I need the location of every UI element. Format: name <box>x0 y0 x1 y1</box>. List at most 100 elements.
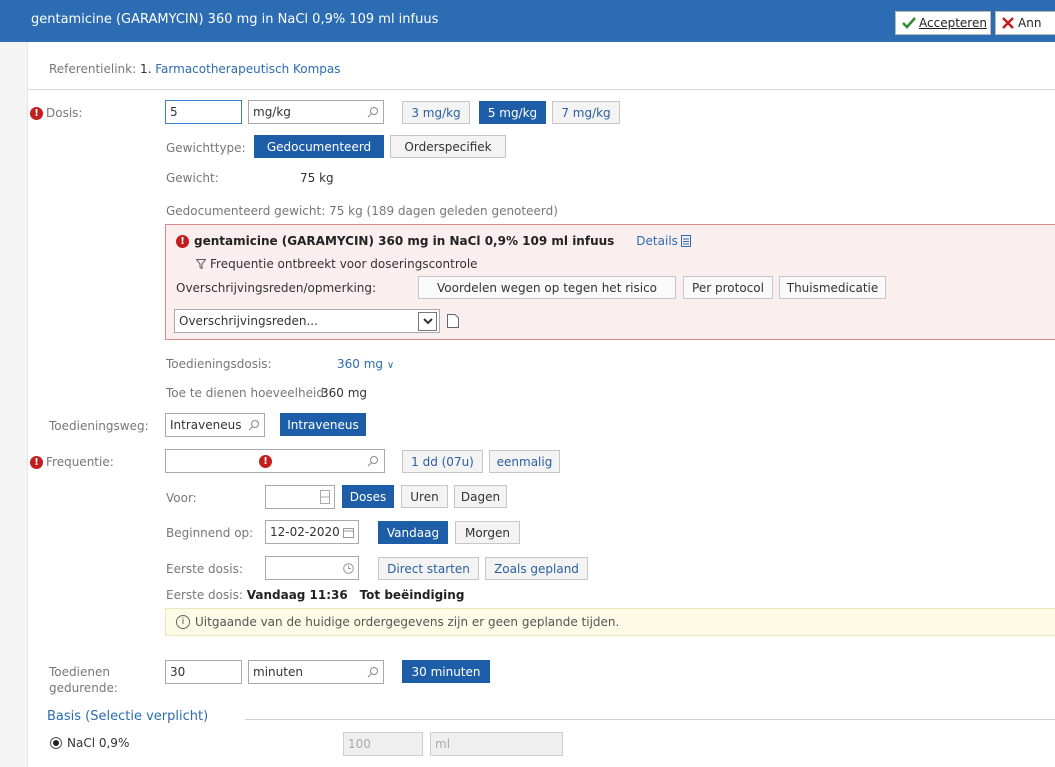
administer-over-option-30[interactable]: 30 minuten <box>402 660 490 683</box>
route-input[interactable]: Intraveneus <box>165 413 265 437</box>
duration-input[interactable] <box>265 485 335 509</box>
left-gutter <box>0 42 28 767</box>
first-dose-option-direct[interactable]: Direct starten <box>378 557 479 580</box>
dose-option-5[interactable]: 5 mg/kg <box>479 101 546 124</box>
admin-dose-value-row[interactable]: 360 mg ∨ <box>337 357 394 371</box>
warning-title: gentamicine (GARAMYCIN) 360 mg in NaCl 0… <box>194 234 615 248</box>
administer-over-label-line2: gedurende: <box>49 681 118 695</box>
start-option-today[interactable]: Vandaag <box>378 521 448 544</box>
first-dose-label: Eerste dosis: <box>166 562 243 576</box>
title-bar: gentamicine (GARAMYCIN) 360 mg in NaCl 0… <box>0 0 1055 42</box>
weight-value: 75 kg <box>300 171 334 185</box>
basis-volume-unit[interactable]: ml <box>430 732 563 756</box>
end-text: Tot beëindiging <box>359 588 465 602</box>
first-dose-time-input[interactable] <box>265 556 359 580</box>
required-icon: ! <box>30 106 43 120</box>
start-label: Beginnend op: <box>166 526 254 540</box>
stepper-icon <box>320 490 330 504</box>
duration-unit-doses[interactable]: Doses <box>342 485 394 508</box>
start-option-tomorrow[interactable]: Morgen <box>455 521 520 544</box>
duration-label: Voor: <box>166 491 197 505</box>
first-dose-summary-value: Vandaag 11:36 <box>246 588 348 602</box>
info-row: i Uitgaande van de huidige ordergegevens… <box>176 615 619 629</box>
admin-amount-label: Toe te dienen hoeveelheid: <box>166 386 328 400</box>
basis-radio-label: NaCl 0,9% <box>67 736 130 750</box>
start-date-value: 12-02-2020 <box>270 525 340 539</box>
reference-link[interactable]: Farmacotherapeutisch Kompas <box>155 62 340 76</box>
weight-label: Gewicht: <box>166 171 219 185</box>
accept-label: Accepteren <box>919 16 987 30</box>
dose-label: Dosis: <box>46 106 83 120</box>
error-icon: ! <box>176 234 189 248</box>
document-icon <box>680 235 691 247</box>
basis-section-divider <box>245 719 1055 720</box>
frequency-input[interactable]: ! <box>165 449 385 473</box>
dose-input[interactable]: 5 <box>165 100 242 124</box>
administer-over-label-line1: Toedienen <box>49 665 110 679</box>
warning-header: ! gentamicine (GARAMYCIN) 360 mg in NaCl… <box>176 234 691 248</box>
cancel-label: Ann <box>1018 16 1042 30</box>
weight-type-documented[interactable]: Gedocumenteerd <box>254 135 384 158</box>
first-dose-summary-label: Eerste dosis: <box>166 588 243 602</box>
warning-message: Frequentie ontbreekt voor doseringscontr… <box>210 257 478 271</box>
administer-over-input[interactable]: 30 <box>165 660 242 684</box>
admin-dose-value: 360 mg <box>337 357 384 371</box>
basis-volume-input[interactable]: 100 <box>343 732 423 756</box>
frequency-option-daily[interactable]: 1 dd (07u) <box>402 450 483 473</box>
dose-unit-field[interactable]: mg/kg <box>248 100 384 124</box>
dose-option-3[interactable]: 3 mg/kg <box>402 101 470 124</box>
override-option-home-medication[interactable]: Thuismedicatie <box>779 276 886 299</box>
search-icon <box>367 456 378 467</box>
dose-label-row: ! Dosis: <box>30 106 82 120</box>
required-icon: ! <box>30 455 43 469</box>
search-icon <box>367 107 378 118</box>
route-label: Toedieningsweg: <box>49 419 149 433</box>
details-link[interactable]: Details <box>636 234 678 248</box>
chevron-down-icon <box>418 311 437 331</box>
close-icon <box>1002 17 1014 29</box>
frequency-label-row: ! Frequentie: <box>30 455 114 469</box>
search-icon <box>248 420 259 431</box>
duration-unit-hours[interactable]: Uren <box>401 485 448 508</box>
error-icon: ! <box>259 455 272 468</box>
override-option-protocol[interactable]: Per protocol <box>683 276 773 299</box>
dose-unit: mg/kg <box>253 105 291 119</box>
admin-amount-value: 360 mg <box>321 386 368 400</box>
dose-warning-box: ! gentamicine (GARAMYCIN) 360 mg in NaCl… <box>165 224 1055 340</box>
administer-over-label: Toedienen gedurende: <box>49 664 118 696</box>
override-reason-select[interactable]: Overschrijvingsreden... <box>174 309 440 333</box>
warning-message-row: Frequentie ontbreekt voor doseringscontr… <box>196 257 478 271</box>
reference-label: Referentielink: <box>49 62 137 76</box>
clock-icon <box>343 562 354 574</box>
administer-over-unit-field[interactable]: minuten <box>248 660 384 684</box>
reference-row: Referentielink: 1. Farmacotherapeutisch … <box>49 62 341 76</box>
start-date-input[interactable]: 12-02-2020 <box>265 520 359 544</box>
checkmark-icon <box>902 17 916 29</box>
override-label: Overschrijvingsreden/opmerking: <box>176 281 377 295</box>
frequency-label: Frequentie: <box>46 455 114 469</box>
duration-unit-days[interactable]: Dagen <box>454 485 507 508</box>
weight-type-order-specific[interactable]: Orderspecifiek <box>390 135 506 158</box>
comment-icon[interactable] <box>447 314 459 328</box>
first-dose-option-planned[interactable]: Zoals gepland <box>485 557 588 580</box>
frequency-option-once[interactable]: eenmalig <box>489 450 560 473</box>
documented-weight-text: Gedocumenteerd gewicht: 75 kg (189 dagen… <box>166 204 558 218</box>
route-value: Intraveneus <box>170 418 242 432</box>
info-icon: i <box>176 615 190 629</box>
radio-selected-icon <box>50 737 62 749</box>
override-option-benefits[interactable]: Voordelen wegen op tegen het risico <box>418 276 676 299</box>
accept-button[interactable]: Accepteren <box>895 11 991 35</box>
info-box: i Uitgaande van de huidige ordergegevens… <box>165 608 1055 636</box>
order-title: gentamicine (GARAMYCIN) 360 mg in NaCl 0… <box>31 12 439 27</box>
cancel-button[interactable]: Ann <box>995 11 1055 35</box>
double-chevron-down-icon: ∨ <box>386 360 395 371</box>
first-dose-summary: Eerste dosis: Vandaag 11:36 Tot beëindig… <box>166 588 464 602</box>
filter-icon <box>196 259 206 269</box>
divider <box>27 89 1055 90</box>
route-option-iv[interactable]: Intraveneus <box>280 413 366 436</box>
dose-option-7[interactable]: 7 mg/kg <box>552 101 620 124</box>
basis-section-title: Basis (Selectie verplicht) <box>47 709 209 724</box>
weight-type-label: Gewichttype: <box>166 141 246 155</box>
administer-over-unit: minuten <box>253 665 303 679</box>
basis-radio-option[interactable]: NaCl 0,9% <box>50 736 129 750</box>
